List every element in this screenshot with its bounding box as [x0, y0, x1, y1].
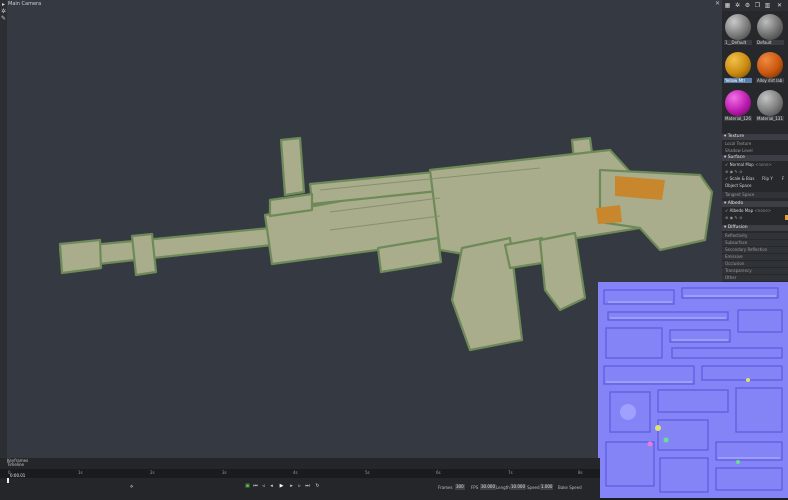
trash-icon[interactable]: ▥	[764, 2, 771, 9]
skip-end-icon[interactable]: ⏭	[304, 483, 311, 490]
material-label: 1__Default	[724, 40, 752, 45]
diffusion-row[interactable]: Emissive	[722, 254, 788, 260]
material-sphere	[757, 14, 783, 40]
material-sphere	[757, 90, 783, 116]
timeline-panel: Keyframes Timeline 0 1s 2s 3s 4s 5s 6s 7…	[0, 458, 600, 500]
material-thumb-2[interactable]: Default	[756, 14, 784, 45]
tab-timeline[interactable]: Timeline	[7, 462, 24, 467]
material-label: Alloy dirt lab (1)	[756, 78, 784, 83]
loop-icon[interactable]: ↻	[314, 483, 321, 490]
length-input[interactable]: 10.000	[510, 484, 526, 490]
frames-label: Frames	[438, 485, 453, 490]
playhead[interactable]	[7, 478, 9, 483]
play-icon[interactable]: ▶	[278, 483, 285, 490]
diffusion-row[interactable]: Other	[722, 275, 788, 281]
tick-label: 7s	[508, 470, 513, 475]
material-label: Material_131	[756, 116, 784, 121]
tick-label: 5s	[365, 470, 370, 475]
material-thumb-3[interactable]: Yellow Mtl	[724, 52, 752, 83]
material-thumb-6[interactable]: Material_131	[756, 90, 784, 121]
materials-grid-icon[interactable]: ▦	[724, 2, 731, 9]
fps-input[interactable]: 30.000	[480, 484, 496, 490]
map-load-icon[interactable]: ⊕	[725, 215, 728, 220]
scale-bias-row[interactable]: ✓ Scale & Bias	[722, 176, 788, 182]
settings-icon[interactable]: ⚙	[744, 2, 751, 9]
gear-icon[interactable]: ✲	[734, 2, 741, 9]
material-thumb-5[interactable]: Material_126	[724, 90, 752, 121]
albedo-section-header[interactable]: ▾ Albedo	[722, 201, 788, 207]
material-sphere	[757, 52, 783, 78]
step-forward-icon[interactable]: ▹	[296, 483, 303, 490]
map-controls-row[interactable]: ⊕ ◉ ✎ ⊘	[722, 169, 788, 175]
tangent-space-dropdown[interactable]: Tangent Space	[722, 192, 788, 198]
albedo-map-label: Albedo Map	[729, 208, 754, 213]
record-icon[interactable]: ▣	[244, 483, 251, 490]
material-thumb-4[interactable]: Alloy dirt lab (1)	[756, 52, 784, 83]
section-title: Albedo	[727, 201, 744, 206]
normal-map-tag: <none>	[755, 162, 772, 167]
surface-section-header[interactable]: ▾ Surface	[722, 155, 788, 161]
fps-label: FPS	[471, 485, 479, 490]
skip-start-icon[interactable]: ⏮	[252, 483, 259, 490]
tick-label: 1s	[78, 470, 83, 475]
normal-map-texture	[598, 282, 788, 498]
map-clear-icon[interactable]: ⊘	[739, 215, 742, 220]
section-title: Diffusion	[727, 225, 748, 230]
timeline-tabs: Keyframes Timeline	[0, 458, 600, 467]
material-label: Yellow Mtl	[724, 78, 752, 83]
material-sphere	[725, 90, 751, 116]
material-sphere	[725, 52, 751, 78]
section-title: Texture	[727, 134, 745, 139]
diffusion-row[interactable]: Transparency	[722, 268, 788, 274]
duplicate-icon[interactable]: ❐	[754, 2, 761, 9]
normal-map-row[interactable]: ✓ Normal Map <none>	[722, 162, 788, 168]
rewind-icon[interactable]: ◂	[268, 483, 275, 490]
tick-label: 4s	[293, 470, 298, 475]
material-thumb-1[interactable]: 1__Default	[724, 14, 752, 45]
map-clear-icon[interactable]: ⊘	[739, 169, 742, 174]
timeline-ruler[interactable]: 0 1s 2s 3s 4s 5s 6s 7s 8s	[0, 469, 600, 478]
frames-input[interactable]: 300	[455, 484, 465, 490]
close-icon[interactable]: ✕	[776, 2, 783, 9]
tick-label: 2s	[150, 470, 155, 475]
map-view-icon[interactable]: ◉	[730, 169, 734, 174]
current-time-readout: 0:00.01	[10, 473, 26, 478]
texture-row[interactable]: Shadow Level	[722, 148, 788, 154]
step-back-icon[interactable]: ◃	[260, 483, 267, 490]
speed-label: Speed	[527, 485, 540, 490]
normal-map-label: Normal Map	[729, 162, 754, 167]
tick-label: 8s	[578, 470, 583, 475]
diffusion-row[interactable]: Secondary Reflection	[722, 247, 788, 253]
object-space-checkbox[interactable]: Object Space	[722, 183, 788, 189]
normal-map-pattern	[603, 287, 783, 493]
texture-section-header[interactable]: ▾ Texture	[722, 134, 788, 140]
diffusion-section-header[interactable]: ▾ Diffusion	[722, 225, 788, 231]
texture-row[interactable]: Local Texture	[722, 141, 788, 147]
tick-label: 3s	[222, 470, 227, 475]
tick-label: 6s	[436, 470, 441, 475]
speed-input[interactable]: 1.000	[540, 484, 554, 490]
fast-forward-icon[interactable]: ▸	[288, 483, 295, 490]
bake-speed-label[interactable]: Bake Speed	[558, 485, 582, 490]
albedo-controls-row[interactable]: ⊕ ◉ ✎ ⊘	[722, 215, 788, 221]
material-sphere	[725, 14, 751, 40]
key-icon[interactable]: ⟡	[130, 484, 133, 490]
diffusion-row[interactable]: Subsurface	[722, 240, 788, 246]
diffusion-row[interactable]: Occlusion	[722, 261, 788, 267]
diffusion-row[interactable]: Reflectivity	[722, 233, 788, 239]
map-load-icon[interactable]: ⊕	[725, 169, 728, 174]
map-view-icon[interactable]: ◉	[730, 215, 734, 220]
flip-y-checkbox[interactable]: Flip Y	[762, 176, 776, 182]
length-label: Length	[496, 485, 510, 490]
section-title: Surface	[727, 155, 745, 160]
map-edit-icon[interactable]: ✎	[734, 215, 737, 220]
material-label: Material_126	[724, 116, 752, 121]
albedo-map-row[interactable]: ✓ Albedo Map <none>	[722, 208, 788, 214]
panel-toolbar: ▦ ✲ ⚙ ❐ ▥ ✕	[722, 0, 788, 11]
flip-x-checkbox[interactable]: F	[782, 176, 788, 182]
scale-bias-label: Scale & Bias	[729, 176, 755, 181]
map-edit-icon[interactable]: ✎	[734, 169, 737, 174]
material-label: Default	[756, 40, 784, 45]
albedo-map-tag: <none>	[754, 208, 772, 213]
